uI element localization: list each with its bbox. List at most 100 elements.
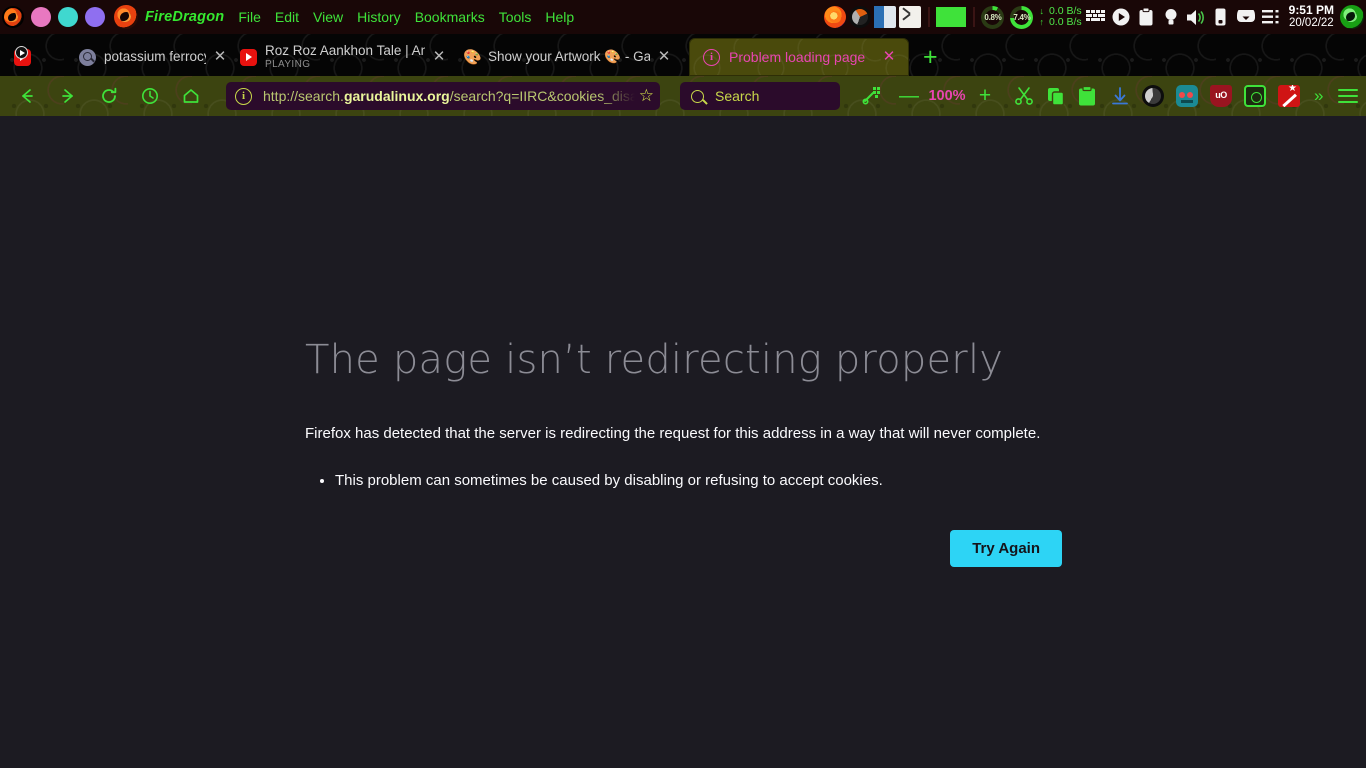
url-domain: garudalinux.org: [343, 88, 450, 104]
artwork-favicon: 🎨: [463, 48, 482, 66]
forward-button[interactable]: [51, 81, 85, 111]
search-input[interactable]: Search: [680, 82, 840, 110]
tab-title: potassium ferrocyanide - W: [104, 49, 206, 64]
new-tab-button[interactable]: +: [923, 38, 938, 76]
search-placeholder: Search: [715, 88, 760, 104]
cut-icon[interactable]: [1014, 81, 1034, 111]
window-close-circle[interactable]: [31, 7, 51, 27]
paste-icon[interactable]: [1078, 81, 1096, 111]
dragon-icon[interactable]: [849, 6, 872, 28]
history-button[interactable]: [133, 81, 167, 111]
tab-title: Show your Artwork 🎨 - Ga: [488, 49, 650, 64]
desktop-top-panel: FireDragon File Edit View History Bookma…: [0, 0, 1366, 34]
screenshot-icon[interactable]: [862, 81, 884, 111]
menu-bookmarks[interactable]: Bookmarks: [415, 9, 485, 25]
tab-show-your-artwork[interactable]: 🎨 Show your Artwork 🎨 - Ga ✕: [455, 38, 680, 76]
dark-circle-extension-icon[interactable]: [1142, 85, 1164, 107]
robot-extension-icon[interactable]: [1176, 85, 1198, 107]
url-address-bar[interactable]: i http://search.garudalinux.org/search?q…: [226, 82, 660, 110]
try-again-button[interactable]: Try Again: [950, 530, 1062, 567]
window-minimize-circle[interactable]: [58, 7, 78, 27]
url-path: /search?q=IIRC&cookies_disa: [449, 88, 635, 104]
media-playing-badge-icon[interactable]: [15, 46, 28, 59]
clock-date: 20/02/22: [1288, 17, 1334, 29]
menu-file[interactable]: File: [238, 9, 261, 25]
tray-divider-2: [973, 7, 976, 27]
terminal-icon[interactable]: [899, 6, 922, 28]
tab-potassium-ferrocyanide[interactable]: potassium ferrocyanide - W ✕: [0, 38, 232, 76]
menu-history[interactable]: History: [357, 9, 401, 25]
firedragon-app-icon: [114, 5, 138, 29]
magic-wand-extension-icon[interactable]: [1278, 85, 1300, 107]
menu-edit[interactable]: Edit: [275, 9, 299, 25]
memory-usage-label: 7.4%: [1013, 12, 1031, 22]
battery-icon[interactable]: [1210, 6, 1232, 28]
neterror-container: The page isn’t redirecting properly Fire…: [305, 336, 1062, 567]
clock-widget[interactable]: 9:51 PM 20/02/22: [1289, 4, 1334, 30]
garuda-logo-icon[interactable]: [2, 6, 24, 28]
tab-close-button[interactable]: ✕: [431, 49, 447, 65]
ublock-origin-icon[interactable]: uO: [1210, 85, 1232, 107]
list-item: This problem can sometimes be caused by …: [335, 470, 1062, 492]
page-content-area: The page isn’t redirecting properly Fire…: [0, 116, 1366, 768]
search-icon: [691, 89, 704, 103]
tab-title: Roz Roz Aankhon Tale | Ami: [265, 43, 425, 58]
tab-close-button[interactable]: ✕: [656, 49, 672, 65]
system-tray: 0.8% 7.4% ↓ ↑ 0.0 B/s 0.0 B/s 9:51 PM 20…: [821, 0, 1366, 34]
volume-icon[interactable]: [1185, 6, 1207, 28]
cpu-usage-label: 0.8%: [984, 12, 1002, 22]
network-up-label: 0.0 B/s: [1048, 16, 1082, 28]
tray-divider: [928, 7, 931, 27]
zoom-out-button[interactable]: —: [892, 81, 926, 111]
keyboard-icon[interactable]: [1085, 6, 1107, 28]
firefox-icon[interactable]: [824, 6, 847, 28]
pager-widget[interactable]: [936, 7, 967, 27]
tab-roz-roz-aankhon-tale[interactable]: Roz Roz Aankhon Tale | Ami PLAYING ✕: [232, 38, 455, 76]
menu-view[interactable]: View: [313, 9, 343, 25]
back-button[interactable]: [10, 81, 44, 111]
tab-close-button[interactable]: ✕: [212, 49, 228, 65]
clipboard-icon[interactable]: [1135, 6, 1157, 28]
memory-usage-gauge: 7.4%: [1010, 5, 1034, 29]
menu-list-icon[interactable]: [1260, 6, 1282, 28]
url-text: http://search.garudalinux.org/search?q=I…: [263, 88, 635, 104]
search-favicon: [79, 48, 96, 66]
url-scheme: http://search.: [263, 88, 344, 104]
browser-navigation-toolbar: i http://search.garudalinux.org/search?q…: [0, 76, 1366, 116]
tab-playing-status: PLAYING: [265, 59, 311, 70]
reload-button[interactable]: [92, 81, 126, 111]
app-title: FireDragon: [145, 9, 225, 25]
overflow-chevron-icon[interactable]: »: [1314, 86, 1324, 106]
browser-tab-strip: potassium ferrocyanide - W ✕ Roz Roz Aan…: [0, 34, 1366, 76]
network-arrows-icon: ↓ ↑: [1039, 6, 1044, 27]
menu-help[interactable]: Help: [545, 9, 574, 25]
info-circle-favicon: i: [703, 48, 720, 66]
tab-close-button[interactable]: ✕: [881, 49, 897, 65]
network-monitor: ↓ ↑ 0.0 B/s 0.0 B/s: [1039, 6, 1081, 28]
zoom-level-label[interactable]: 100%: [926, 88, 968, 104]
file-manager-icon[interactable]: [874, 6, 897, 28]
download-icon[interactable]: [1110, 81, 1130, 111]
garuda-assistant-icon[interactable]: [1340, 5, 1364, 29]
error-bullet-list: This problem can sometimes be caused by …: [305, 470, 1062, 492]
media-play-icon[interactable]: [1110, 6, 1132, 28]
page-title: The page isn’t redirecting properly: [305, 337, 1004, 383]
bookmark-star-icon[interactable]: ☆: [639, 87, 654, 105]
tab-problem-loading-page[interactable]: i Problem loading page ✕: [689, 38, 909, 76]
menu-tools[interactable]: Tools: [499, 9, 532, 25]
youtube-favicon: [240, 48, 257, 66]
menu-icon[interactable]: [1338, 85, 1359, 107]
cloud-icon[interactable]: [1235, 6, 1257, 28]
home-button[interactable]: [174, 81, 208, 111]
bulb-icon[interactable]: [1160, 6, 1182, 28]
cpu-usage-gauge: 0.8%: [981, 5, 1005, 29]
error-description: Firefox has detected that the server is …: [305, 425, 1041, 442]
copy-icon[interactable]: [1046, 81, 1066, 111]
green-note-extension-icon[interactable]: [1244, 85, 1266, 107]
site-identity-info-icon[interactable]: i: [235, 87, 252, 105]
zoom-in-button[interactable]: +: [968, 81, 1002, 111]
window-maximize-circle[interactable]: [85, 7, 105, 27]
tab-title: Problem loading page: [729, 49, 866, 65]
button-row: Try Again: [305, 530, 1062, 567]
clock-time: 9:51 PM: [1288, 3, 1334, 17]
